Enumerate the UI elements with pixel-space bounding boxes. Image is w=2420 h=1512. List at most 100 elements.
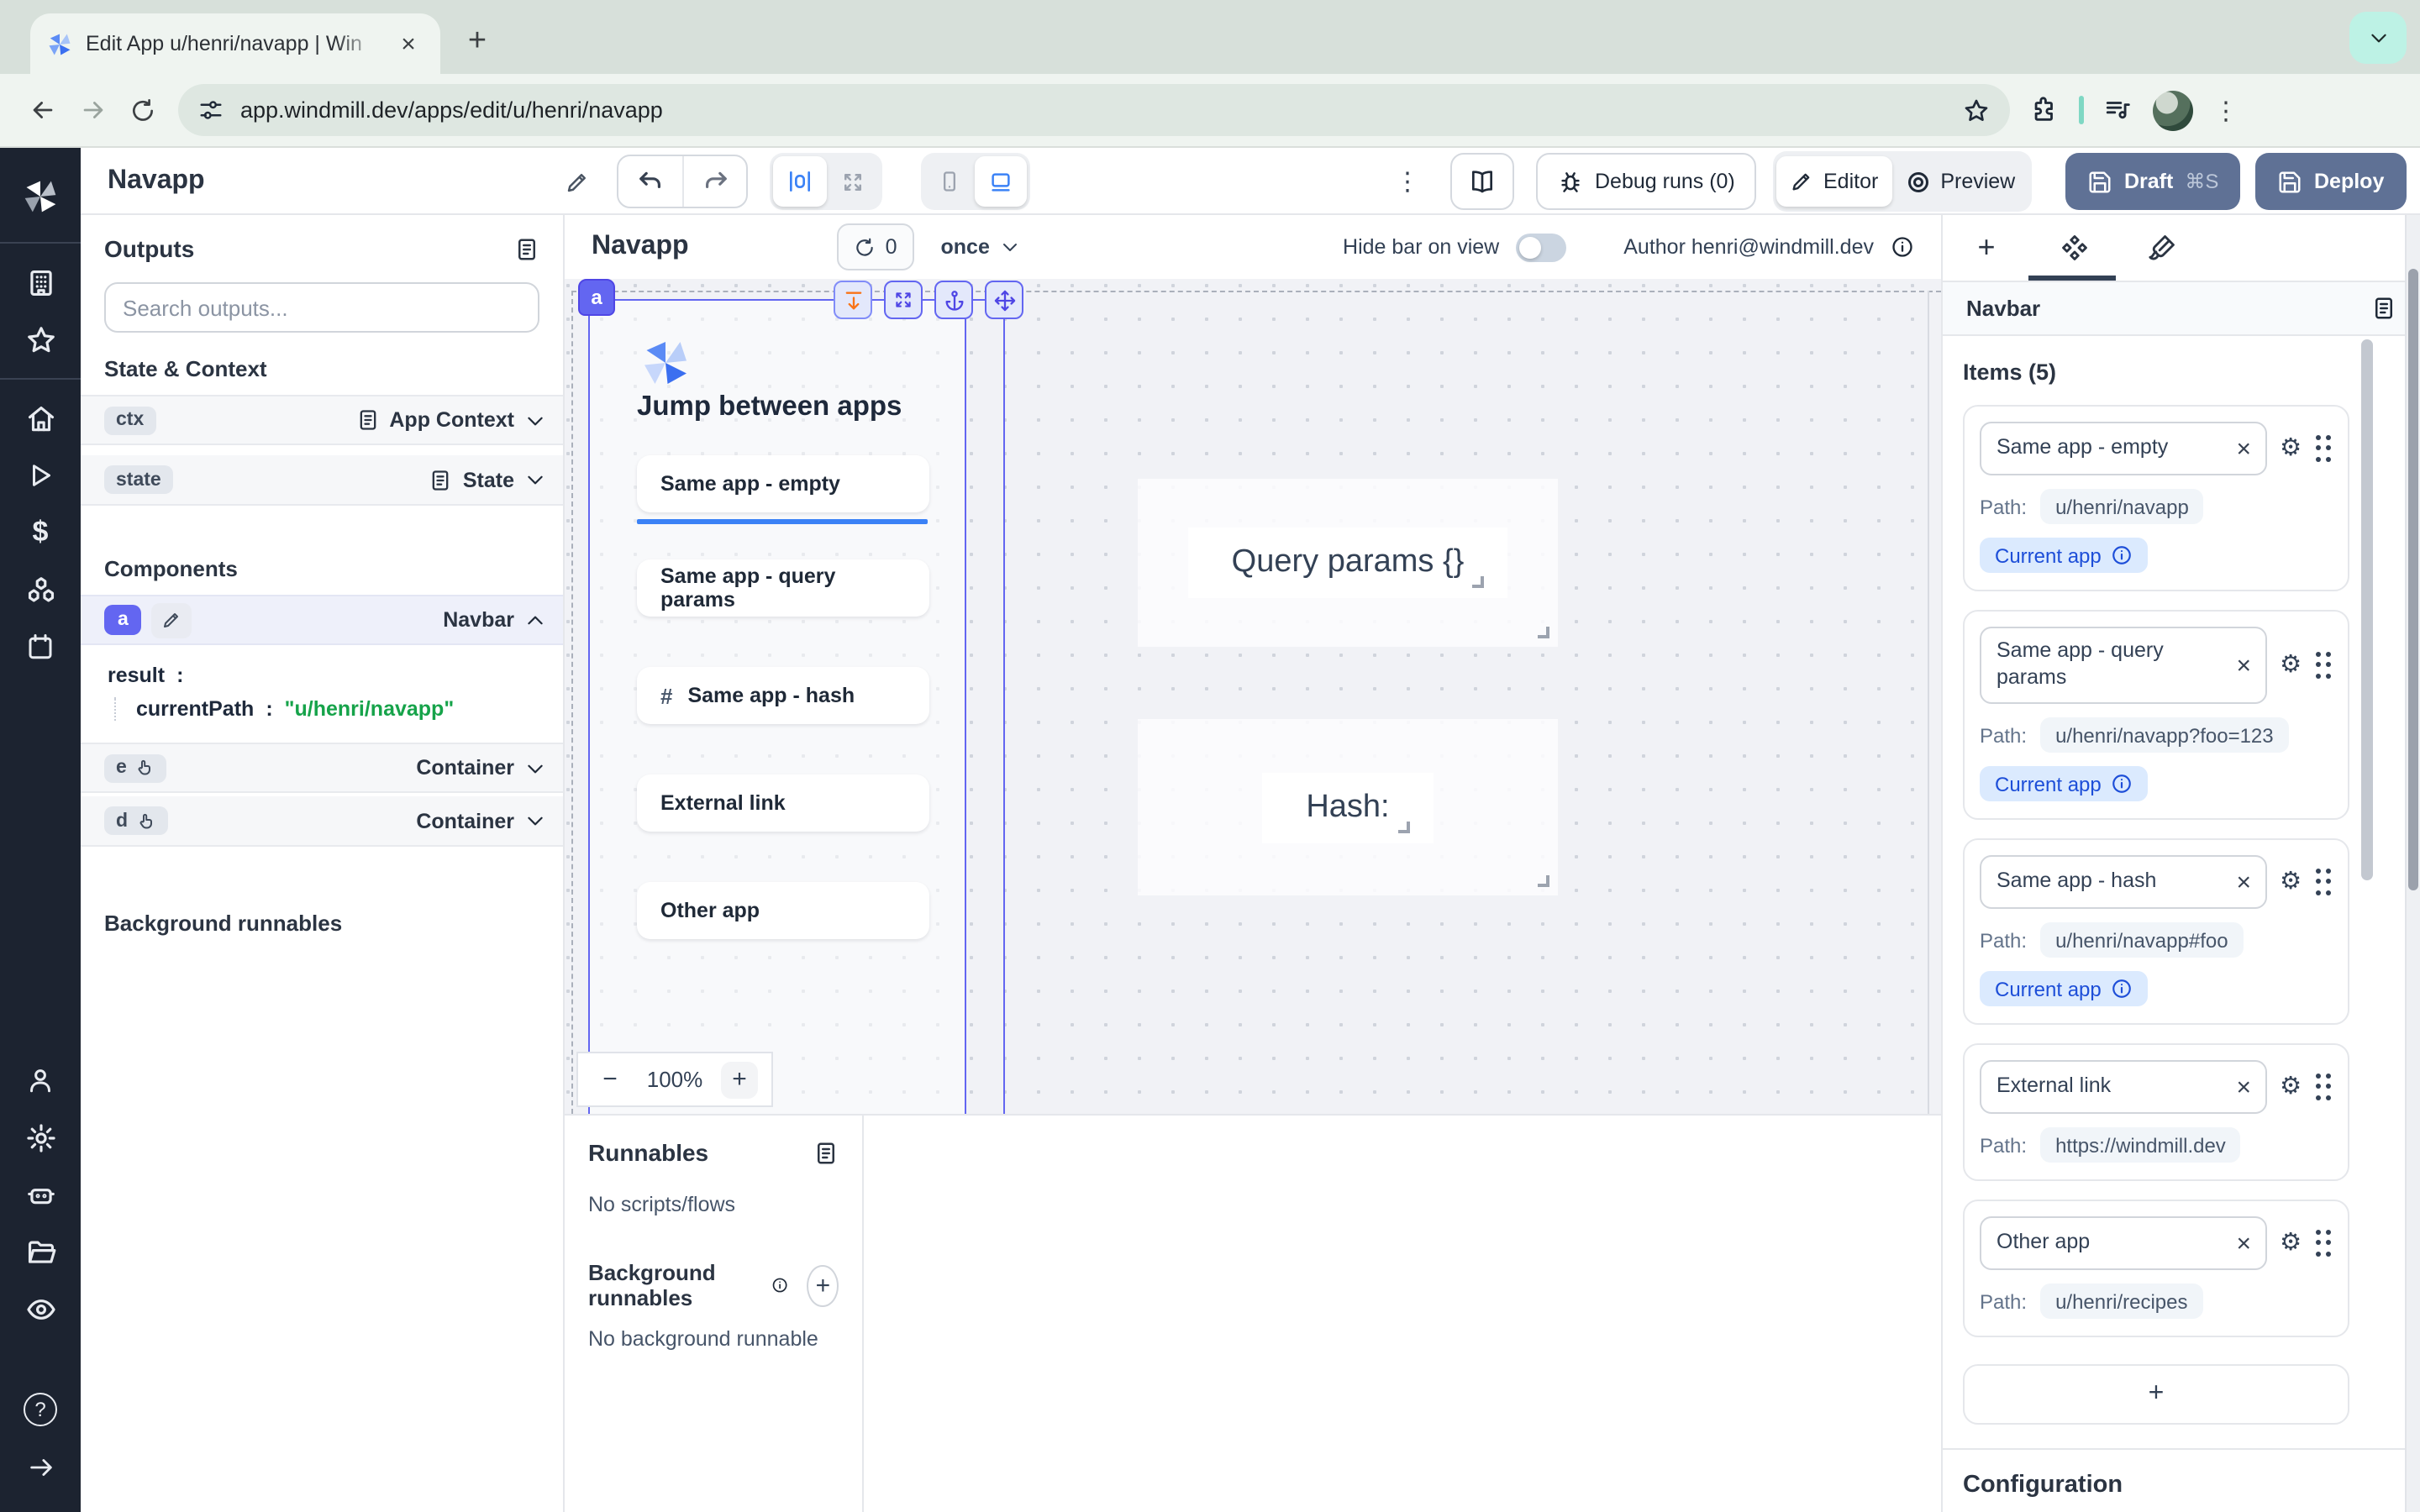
page-scrollbar-thumb[interactable]	[2408, 269, 2418, 890]
clear-icon[interactable]: ×	[2236, 436, 2251, 461]
container-hash[interactable]: Hash:	[1138, 719, 1558, 895]
folders-icon[interactable]	[0, 1223, 81, 1280]
preview-tab[interactable]: Preview	[1891, 156, 2028, 207]
gear-icon[interactable]: ⚙	[2280, 1074, 2302, 1100]
info-icon[interactable]	[2112, 544, 2133, 566]
extensions-icon[interactable]	[2030, 96, 2059, 124]
right-panel-scroll[interactable]: Items (5) Same app - empty × ⚙	[1943, 336, 2420, 1512]
bookmark-star-icon[interactable]	[1963, 97, 1990, 123]
hide-bar-toggle[interactable]	[1516, 233, 1566, 261]
docs-button[interactable]	[1450, 153, 1514, 210]
search-outputs-input[interactable]	[104, 282, 539, 333]
reload-button[interactable]	[118, 85, 168, 135]
tab-search-button[interactable]	[2349, 12, 2407, 64]
nav-item-hash[interactable]: # Same app - hash	[637, 667, 929, 724]
chevron-up-icon[interactable]	[524, 609, 546, 631]
path-value[interactable]: u/henri/navapp?foo=123	[2040, 717, 2289, 753]
rename-app-icon[interactable]	[565, 148, 590, 215]
clear-icon[interactable]: ×	[2236, 1231, 2251, 1256]
desktop-view-button[interactable]	[975, 156, 1027, 207]
windmill-logo[interactable]	[0, 161, 81, 232]
gear-icon[interactable]: ⚙	[2280, 869, 2302, 895]
help-icon[interactable]: ?	[0, 1381, 81, 1438]
add-background-runnable-button[interactable]: +	[808, 1264, 839, 1306]
tab-insert-component[interactable]: +	[1943, 215, 2030, 281]
resize-handle[interactable]	[1538, 875, 1549, 887]
resources-icon[interactable]	[0, 561, 81, 618]
back-button[interactable]	[17, 85, 67, 135]
navbar-component-selected[interactable]: Jump between apps Same app - empty Same …	[588, 299, 966, 1114]
clear-icon[interactable]: ×	[2236, 869, 2251, 895]
runs-icon[interactable]	[0, 447, 81, 504]
output-row-state[interactable]: state State	[81, 455, 563, 506]
nav-item-query-params[interactable]: Same app - query params	[637, 559, 929, 617]
settings-icon[interactable]	[0, 1109, 81, 1166]
edit-id-icon[interactable]	[152, 602, 192, 638]
info-icon[interactable]	[772, 1273, 789, 1297]
gear-icon[interactable]: ⚙	[2280, 1230, 2302, 1257]
add-item-button[interactable]: +	[1963, 1364, 2349, 1425]
item-label-input[interactable]: Same app - query params ×	[1980, 627, 2266, 704]
nav-item-same-app-empty[interactable]: Same app - empty	[637, 455, 929, 512]
chevron-down-icon[interactable]	[524, 409, 546, 431]
nav-item-other-app[interactable]: Other app	[637, 882, 929, 939]
gear-icon[interactable]: ⚙	[2280, 652, 2302, 679]
workers-icon[interactable]	[0, 1166, 81, 1223]
forward-button[interactable]	[67, 85, 118, 135]
info-icon[interactable]	[1891, 235, 1914, 259]
path-value[interactable]: u/henri/navapp	[2040, 489, 2204, 524]
chevron-down-icon[interactable]	[524, 469, 546, 491]
path-value[interactable]: u/henri/navapp#foo	[2040, 922, 2244, 958]
site-settings-icon[interactable]	[198, 97, 224, 123]
output-row-ctx[interactable]: ctx App Context	[81, 395, 563, 445]
browser-tab[interactable]: Edit App u/henri/navapp | Win ×	[30, 13, 440, 74]
info-icon[interactable]	[2112, 773, 2133, 795]
doc-icon[interactable]	[813, 1140, 839, 1165]
expand-sidebar-icon[interactable]	[0, 1438, 81, 1495]
path-value[interactable]: https://windmill.dev	[2040, 1127, 2241, 1163]
deploy-button[interactable]: Deploy	[2255, 153, 2406, 210]
chevron-down-icon[interactable]	[524, 757, 546, 779]
resize-handle[interactable]	[1538, 627, 1549, 638]
draft-button[interactable]: Draft ⌘S	[2065, 153, 2240, 210]
item-label-input[interactable]: Same app - hash ×	[1980, 855, 2266, 909]
drag-handle[interactable]	[2315, 1229, 2333, 1257]
doc-icon[interactable]	[2371, 296, 2396, 321]
hash-text-component[interactable]: Hash:	[1262, 772, 1433, 843]
media-controls-icon[interactable]	[2104, 96, 2133, 124]
fit-width-button[interactable]	[773, 156, 827, 207]
editor-tab[interactable]: Editor	[1776, 156, 1891, 207]
container-query-params[interactable]: Query params {}	[1138, 479, 1558, 647]
drag-handle[interactable]	[2315, 434, 2333, 463]
expand-component-button[interactable]	[884, 281, 923, 319]
move-component-button[interactable]	[985, 281, 1023, 319]
full-width-button[interactable]	[827, 156, 879, 207]
debug-runs-button[interactable]: Debug runs (0)	[1536, 153, 1757, 210]
workspace-icon[interactable]	[0, 254, 81, 311]
zoom-out-button[interactable]: −	[592, 1061, 629, 1098]
path-value[interactable]: u/henri/recipes	[2040, 1284, 2202, 1319]
refresh-count-button[interactable]: 0	[837, 223, 914, 270]
nav-item-external-link[interactable]: External link	[637, 774, 929, 832]
gear-icon[interactable]: ⚙	[2280, 435, 2302, 462]
audit-logs-icon[interactable]	[0, 1280, 81, 1337]
fill-height-button[interactable]	[834, 281, 872, 319]
mobile-view-button[interactable]	[924, 156, 975, 207]
new-tab-button[interactable]: +	[454, 18, 501, 66]
undo-button[interactable]	[618, 156, 682, 207]
home-icon[interactable]	[0, 390, 81, 447]
chevron-down-icon[interactable]	[524, 810, 546, 832]
clear-icon[interactable]: ×	[2236, 653, 2251, 678]
panel-scrollbar-thumb[interactable]	[2361, 339, 2373, 880]
favorites-icon[interactable]	[0, 311, 81, 368]
tab-close-icon[interactable]: ×	[393, 29, 424, 59]
resize-handle[interactable]	[1472, 576, 1484, 588]
item-label-input[interactable]: Same app - empty ×	[1980, 422, 2266, 475]
page-scrollbar[interactable]	[2405, 215, 2420, 1512]
info-icon[interactable]	[2112, 978, 2133, 1000]
drag-handle[interactable]	[2315, 651, 2333, 680]
drag-handle[interactable]	[2315, 868, 2333, 896]
component-row-e[interactable]: e Container	[81, 743, 563, 793]
resize-handle[interactable]	[1398, 821, 1410, 832]
url-bar[interactable]: app.windmill.dev/apps/edit/u/henri/navap…	[178, 84, 2010, 136]
